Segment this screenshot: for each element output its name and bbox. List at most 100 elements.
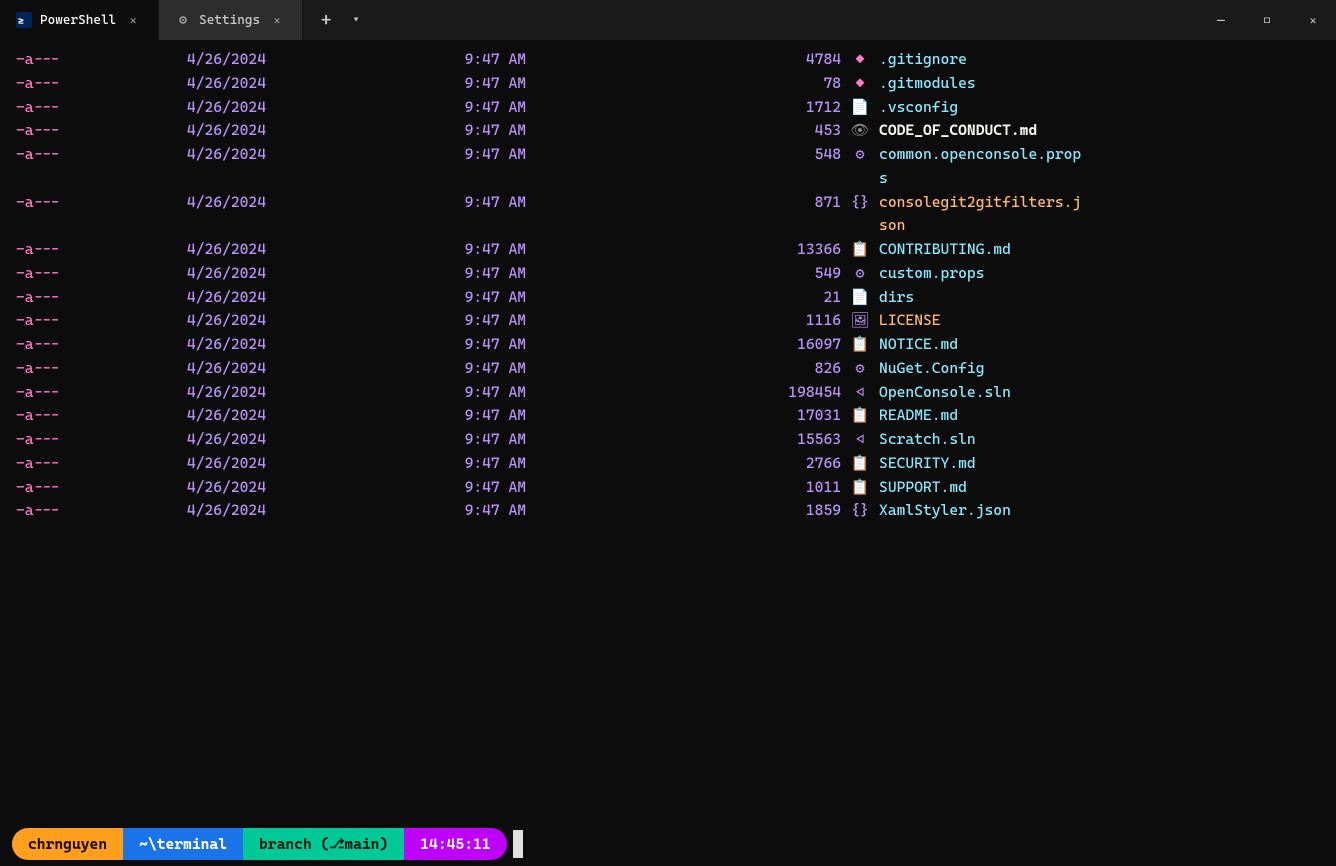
file-mode: -a---: [12, 262, 183, 286]
file-icon: ◆: [845, 48, 875, 72]
status-user: chrnguyen: [12, 828, 123, 860]
file-name: LICENSE: [875, 309, 1324, 333]
status-user-label: chrnguyen: [28, 835, 107, 853]
file-listing-table: -a--- 4/26/2024 9:47 AM 4784 ◆ .gitignor…: [12, 48, 1324, 523]
file-name: NuGet.Config: [875, 357, 1324, 381]
file-date: 4/26/2024: [183, 143, 461, 167]
file-mode: -a---: [12, 191, 183, 215]
file-mode: -a---: [12, 143, 183, 167]
table-row: -a--- 4/26/2024 9:47 AM 21 📄 dirs: [12, 286, 1324, 310]
table-row: -a--- 4/26/2024 9:47 AM 2766 📋 SECURITY.…: [12, 452, 1324, 476]
status-branch-label: branch (: [259, 835, 329, 853]
tab-powershell-close[interactable]: ✕: [124, 11, 142, 29]
file-date: 4/26/2024: [183, 238, 461, 262]
file-name: README.md: [875, 404, 1324, 428]
file-name: .gitignore: [875, 48, 1324, 72]
file-mode: -a---: [12, 72, 183, 96]
file-mode: -a---: [12, 452, 183, 476]
file-size: 548: [653, 143, 845, 167]
status-branch: branch (⎇main): [243, 828, 404, 860]
file-size: 871: [653, 191, 845, 215]
file-size: 78: [653, 72, 845, 96]
file-icon: ⚙: [845, 262, 875, 286]
file-name: custom.props: [875, 262, 1324, 286]
terminal-content: -a--- 4/26/2024 9:47 AM 4784 ◆ .gitignor…: [0, 40, 1336, 822]
close-button[interactable]: ✕: [1290, 0, 1336, 40]
file-size: 826: [653, 357, 845, 381]
file-size: 21: [653, 286, 845, 310]
file-time: 9:47 AM: [461, 238, 653, 262]
status-branch-name: main): [344, 835, 388, 853]
file-time: 9:47 AM: [461, 499, 653, 523]
file-mode: -a---: [12, 286, 183, 310]
file-date: 4/26/2024: [183, 476, 461, 500]
file-date: 4/26/2024: [183, 96, 461, 120]
table-row: -a--- 4/26/2024 9:47 AM 549 ⚙ custom.pro…: [12, 262, 1324, 286]
file-date: 4/26/2024: [183, 452, 461, 476]
file-icon: 📋: [845, 238, 875, 262]
table-row: -a--- 4/26/2024 9:47 AM 16097 📋 NOTICE.m…: [12, 333, 1324, 357]
tab-settings[interactable]: Settings ✕: [159, 0, 303, 40]
file-mode: -a---: [12, 428, 183, 452]
file-name-wrap: s: [875, 167, 1324, 191]
table-row-wrap: s: [12, 167, 1324, 191]
file-size: 2766: [653, 452, 845, 476]
status-bar: chrnguyen ~\terminal branch (⎇main) 14:4…: [0, 822, 1336, 866]
minimize-button[interactable]: ─: [1198, 0, 1244, 40]
tab-settings-close[interactable]: ✕: [268, 11, 286, 29]
file-time: 9:47 AM: [461, 476, 653, 500]
file-icon: ⚙: [845, 143, 875, 167]
file-mode: -a---: [12, 238, 183, 262]
file-time: 9:47 AM: [461, 357, 653, 381]
file-time: 9:47 AM: [461, 309, 653, 333]
file-date: 4/26/2024: [183, 381, 461, 405]
table-row: -a--- 4/26/2024 9:47 AM 13366 📋 CONTRIBU…: [12, 238, 1324, 262]
file-mode: -a---: [12, 119, 183, 143]
file-size: 15563: [653, 428, 845, 452]
table-row: -a--- 4/26/2024 9:47 AM 4784 ◆ .gitignor…: [12, 48, 1324, 72]
file-name: Scratch.sln: [875, 428, 1324, 452]
file-mode: -a---: [12, 357, 183, 381]
file-size: 17031: [653, 404, 845, 428]
file-time: 9:47 AM: [461, 381, 653, 405]
file-mode: -a---: [12, 333, 183, 357]
file-size: 549: [653, 262, 845, 286]
file-size: 13366: [653, 238, 845, 262]
file-name: XamlStyler.json: [875, 499, 1324, 523]
tab-powershell[interactable]: ≥ PowerShell ✕: [0, 0, 159, 40]
maximize-button[interactable]: □: [1244, 0, 1290, 40]
file-icon: ⚙: [845, 357, 875, 381]
file-icon: {}: [845, 191, 875, 215]
tab-dropdown-button[interactable]: ▾: [345, 9, 367, 31]
file-icon: 📋: [845, 333, 875, 357]
file-size: 4784: [653, 48, 845, 72]
file-mode: -a---: [12, 309, 183, 333]
table-row: -a--- 4/26/2024 9:47 AM 826 ⚙ NuGet.Conf…: [12, 357, 1324, 381]
table-row: -a--- 4/26/2024 9:47 AM 1859 {} XamlStyl…: [12, 499, 1324, 523]
file-name: common.openconsole.prop: [875, 143, 1324, 167]
file-name: CODE_OF_CONDUCT.md: [875, 119, 1324, 143]
tab-powershell-label: PowerShell: [40, 13, 116, 28]
status-path-label: ~\terminal: [139, 835, 227, 853]
file-mode: -a---: [12, 96, 183, 120]
file-date: 4/26/2024: [183, 357, 461, 381]
file-name: dirs: [875, 286, 1324, 310]
table-row: -a--- 4/26/2024 9:47 AM 17031 📋 README.m…: [12, 404, 1324, 428]
file-date: 4/26/2024: [183, 309, 461, 333]
file-time: 9:47 AM: [461, 452, 653, 476]
file-name: CONTRIBUTING.md: [875, 238, 1324, 262]
file-name: SUPPORT.md: [875, 476, 1324, 500]
file-mode: -a---: [12, 404, 183, 428]
file-name: consolegit2gitfilters.j: [875, 191, 1324, 215]
file-time: 9:47 AM: [461, 48, 653, 72]
new-tab-button[interactable]: +: [311, 5, 341, 35]
file-time: 9:47 AM: [461, 428, 653, 452]
file-mode: -a---: [12, 499, 183, 523]
file-mode: -a---: [12, 381, 183, 405]
file-mode: -a---: [12, 48, 183, 72]
file-icon: 👁: [845, 119, 875, 143]
table-row: -a--- 4/26/2024 9:47 AM 453 👁 CODE_OF_CO…: [12, 119, 1324, 143]
file-date: 4/26/2024: [183, 428, 461, 452]
file-icon: 📋: [845, 404, 875, 428]
file-size: 198454: [653, 381, 845, 405]
